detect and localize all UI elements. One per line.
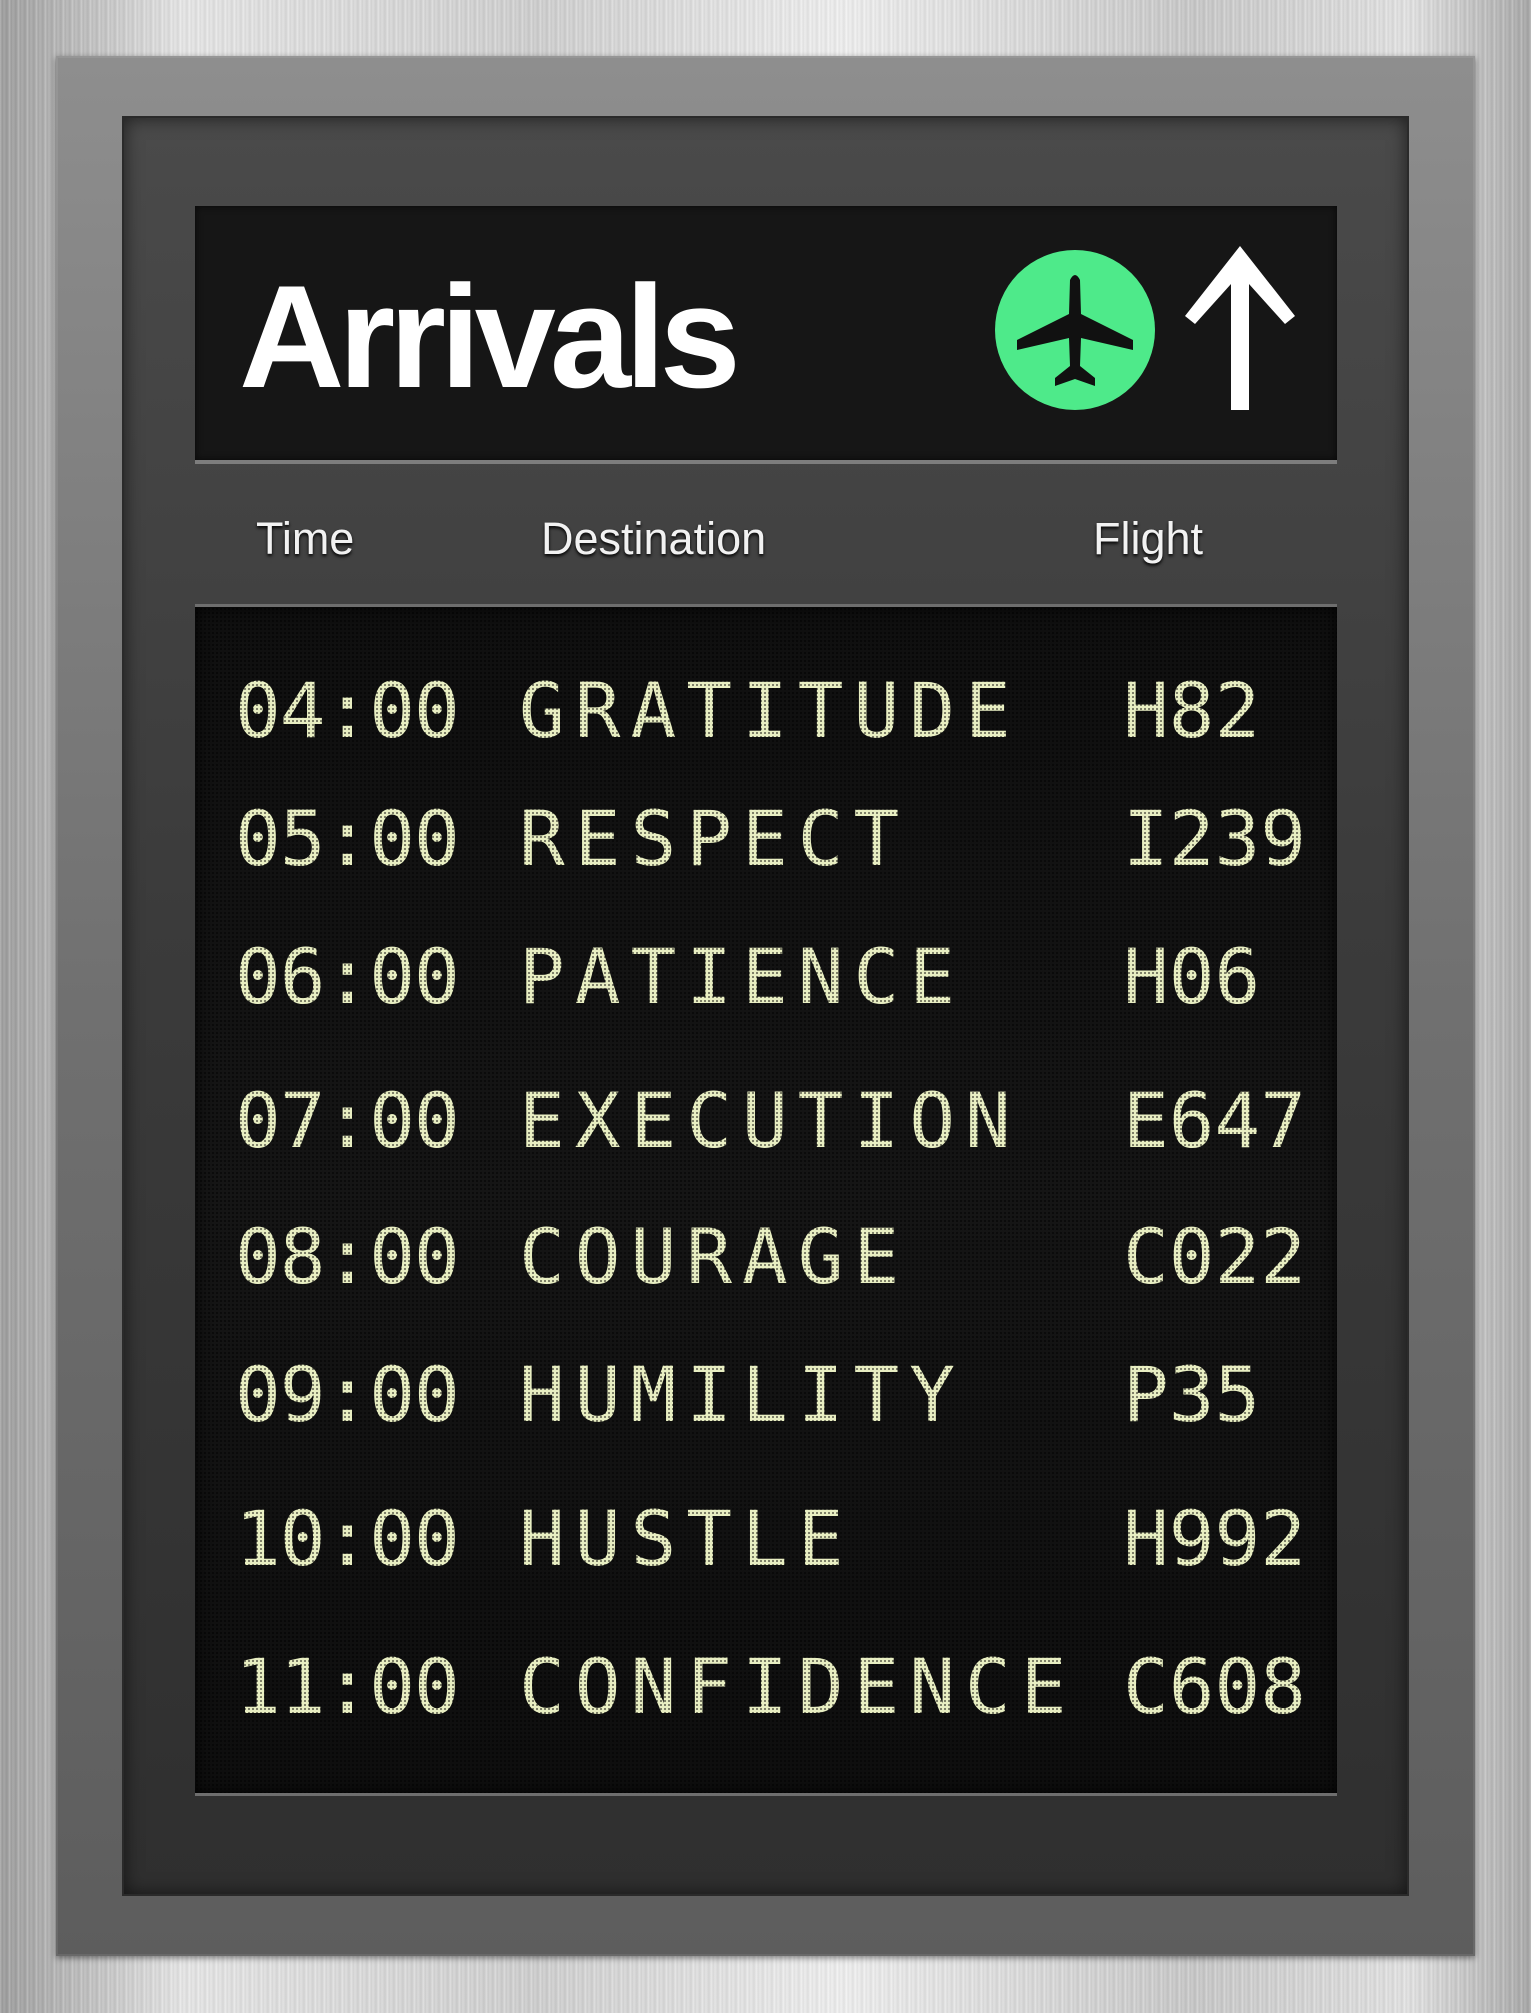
arrow-up-icon: [1185, 246, 1295, 410]
flight-display: 04:00 GRATITUDE H82 05:00 RESPECT I239 0…: [195, 604, 1337, 1796]
row-time: 07:00: [235, 1076, 460, 1165]
header-panel: Arrivals: [195, 206, 1337, 464]
page-title: Arrivals: [239, 255, 741, 418]
row-time: 05:00: [235, 794, 460, 883]
row-destination: EXECUTION: [519, 1076, 1021, 1165]
row-destination: RESPECT: [519, 794, 910, 883]
row-destination: HUSTLE: [519, 1494, 854, 1583]
table-row: 07:00 EXECUTION E647: [195, 1071, 1337, 1171]
board-outer-frame: Arrivals Time Destination Flight 04:00 G…: [56, 56, 1475, 1956]
column-headers: Time Destination Flight: [124, 513, 1407, 573]
column-header-destination: Destination: [541, 513, 767, 564]
table-row: 08:00 COURAGE C022: [195, 1207, 1337, 1307]
table-row: 05:00 RESPECT I239: [195, 789, 1337, 889]
table-row: 10:00 HUSTLE H992: [195, 1489, 1337, 1589]
row-flight: C022: [1123, 1212, 1307, 1301]
row-flight: C608: [1123, 1642, 1307, 1731]
row-flight: H82: [1123, 666, 1261, 755]
table-row: 06:00 PATIENCE H06: [195, 927, 1337, 1027]
row-time: 10:00: [235, 1494, 460, 1583]
column-header-flight: Flight: [1093, 513, 1204, 564]
row-destination: GRATITUDE: [519, 666, 1021, 755]
column-header-time: Time: [256, 513, 355, 564]
row-time: 09:00: [235, 1350, 460, 1439]
table-row: 11:00 CONFIDENCE C608: [195, 1637, 1337, 1737]
row-destination: COURAGE: [519, 1212, 910, 1301]
dot-matrix-overlay: [195, 607, 1337, 1793]
arrivals-board: Arrivals Time Destination Flight 04:00 G…: [124, 118, 1407, 1894]
row-time: 04:00: [235, 666, 460, 755]
row-flight: H06: [1123, 932, 1261, 1021]
table-row: 09:00 HUMILITY P35: [195, 1345, 1337, 1445]
row-destination: PATIENCE: [519, 932, 966, 1021]
row-flight: H992: [1123, 1494, 1307, 1583]
row-flight: P35: [1123, 1350, 1261, 1439]
airplane-icon: [995, 250, 1155, 410]
row-flight: E647: [1123, 1076, 1307, 1165]
row-time: 06:00: [235, 932, 460, 1021]
row-destination: HUMILITY: [519, 1350, 966, 1439]
table-row: 04:00 GRATITUDE H82: [195, 661, 1337, 761]
row-time: 08:00: [235, 1212, 460, 1301]
row-destination: CONFIDENCE: [519, 1642, 1077, 1731]
arrivals-board-page: { "header": { "title": "Arrivals", "badg…: [0, 0, 1531, 2013]
row-flight: I239: [1123, 794, 1307, 883]
row-time: 11:00: [235, 1642, 460, 1731]
